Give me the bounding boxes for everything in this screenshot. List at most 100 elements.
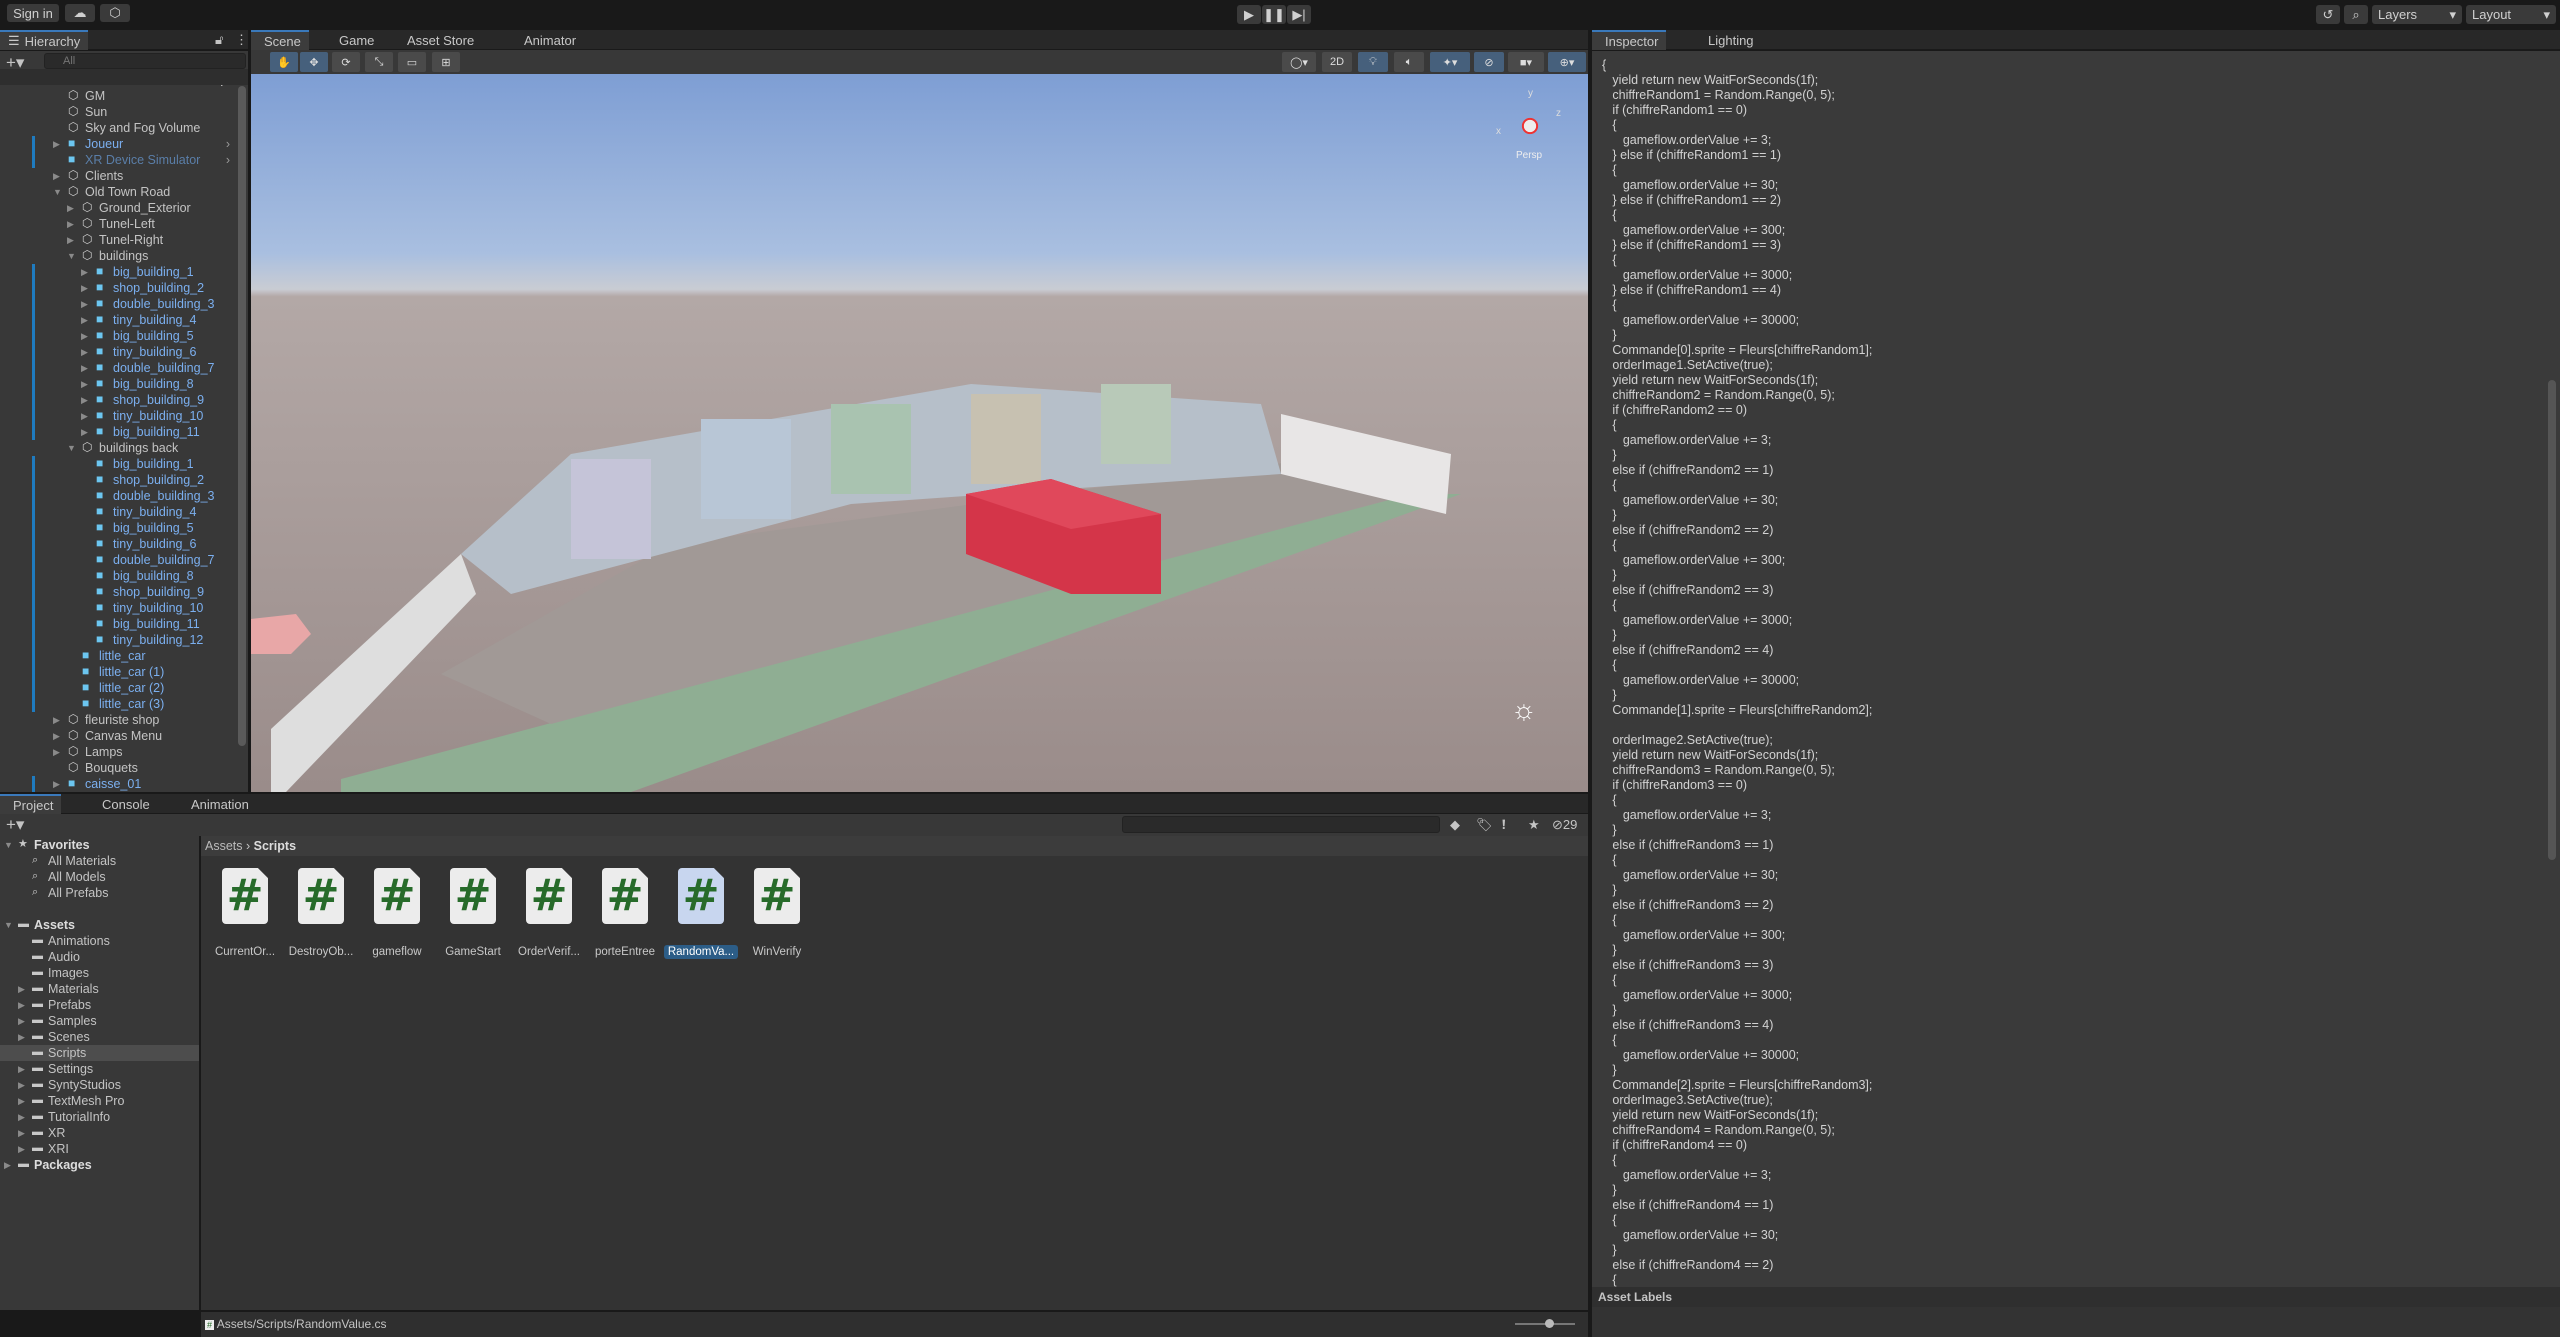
project-tree-item[interactable]: ▶ ▬ SyntyStudios xyxy=(0,1077,199,1093)
project-tree-item[interactable]: ▶ ▬ Scenes xyxy=(0,1029,199,1045)
tab-animator[interactable]: Animator xyxy=(511,30,584,50)
hierarchy-item[interactable]: ▶ ■ shop_building_2 xyxy=(0,280,234,296)
tab-inspector[interactable]: Inspector xyxy=(1592,30,1667,50)
more-icon[interactable]: ⋮ xyxy=(235,32,248,48)
undo-history-icon[interactable]: ↺ xyxy=(2316,5,2340,24)
hierarchy-item[interactable]: ■ big_building_1 xyxy=(0,456,234,472)
hierarchy-item[interactable]: ▶ ⬡ Tunel-Left xyxy=(0,216,234,232)
add-icon[interactable]: +▾ xyxy=(6,815,24,835)
expand-arrow-right-icon[interactable]: ▶ xyxy=(18,984,28,995)
expand-arrow-right-icon[interactable]: ▶ xyxy=(81,267,91,278)
step-button[interactable]: ▶| xyxy=(1287,5,1311,24)
project-tree-item[interactable]: ▶ ▬ Materials xyxy=(0,981,199,997)
hierarchy-item[interactable]: ■ little_car (3) xyxy=(0,696,234,712)
expand-arrow-right-icon[interactable]: ▶ xyxy=(81,331,91,342)
hidden-packages-icon[interactable]: ⊘29 xyxy=(1552,817,1577,833)
script-asset[interactable]: # CurrentOr... xyxy=(207,868,283,959)
project-tree-item[interactable]: ▬ Animations xyxy=(0,933,199,949)
icon-size-slider[interactable] xyxy=(1515,1319,1575,1328)
script-asset[interactable]: # WinVerify xyxy=(739,868,815,959)
hierarchy-item[interactable]: ▼ ⬡ buildings back xyxy=(0,440,234,456)
hierarchy-item[interactable]: ■ big_building_5 xyxy=(0,520,234,536)
chevron-right-icon[interactable]: › xyxy=(226,153,230,167)
layout-dropdown[interactable]: Layout ▾ xyxy=(2466,5,2556,24)
project-tree-item[interactable]: ▶ ▬ XR xyxy=(0,1125,199,1141)
expand-arrow-down-icon[interactable]: ▼ xyxy=(4,920,14,930)
chevron-right-icon[interactable]: › xyxy=(226,137,230,151)
hierarchy-item[interactable]: ■ big_building_8 xyxy=(0,568,234,584)
hierarchy-item[interactable]: ■ tiny_building_10 xyxy=(0,600,234,616)
tab-project[interactable]: Project xyxy=(0,794,62,814)
expand-arrow-right-icon[interactable]: ▶ xyxy=(18,1064,28,1075)
expand-arrow-down-icon[interactable]: ▼ xyxy=(53,187,63,197)
tab-console[interactable]: Console xyxy=(89,794,158,814)
hierarchy-item[interactable]: ▶ ■ tiny_building_6 xyxy=(0,344,234,360)
hierarchy-item[interactable]: ▶ ■ caisse_01 xyxy=(0,776,234,792)
draw-mode-dropdown[interactable]: ◯▾ xyxy=(1282,52,1316,72)
move-tool[interactable]: ✥ xyxy=(300,52,328,72)
cloud-icon[interactable]: ☁ xyxy=(65,4,95,22)
hierarchy-item[interactable]: ■ little_car (2) xyxy=(0,680,234,696)
hierarchy-item[interactable]: ▶ ⬡ Ground_Exterior xyxy=(0,200,234,216)
expand-arrow-down-icon[interactable]: ▼ xyxy=(67,251,77,261)
hierarchy-item[interactable]: ▶ ■ big_building_8 xyxy=(0,376,234,392)
hierarchy-item[interactable]: ■ double_building_3 xyxy=(0,488,234,504)
expand-arrow-right-icon[interactable]: ▶ xyxy=(18,1144,28,1155)
expand-arrow-right-icon[interactable]: ▶ xyxy=(18,1112,28,1123)
project-tree-item[interactable]: ▬ Images xyxy=(0,965,199,981)
expand-arrow-right-icon[interactable]: ▶ xyxy=(81,347,91,358)
hierarchy-item[interactable]: ■ tiny_building_12 xyxy=(0,632,234,648)
expand-arrow-right-icon[interactable]: ▶ xyxy=(81,411,91,422)
sign-in-button[interactable]: Sign in xyxy=(7,4,59,22)
expand-arrow-right-icon[interactable]: ▶ xyxy=(67,235,77,246)
hierarchy-item[interactable]: ⬡ Bouquets xyxy=(0,760,234,776)
filter-type-icon[interactable]: ◆ xyxy=(1450,817,1460,833)
project-tree-item[interactable]: ⌕ All Prefabs xyxy=(0,885,199,901)
collab-icon[interactable]: ⬡ xyxy=(100,4,130,22)
hierarchy-item[interactable]: ▶ ⬡ Canvas Menu xyxy=(0,728,234,744)
hierarchy-item[interactable]: ■ shop_building_2 xyxy=(0,472,234,488)
expand-arrow-right-icon[interactable]: ▶ xyxy=(53,747,63,758)
expand-arrow-right-icon[interactable]: ▶ xyxy=(67,203,77,214)
audio-toggle-icon[interactable]: 🔈︎ xyxy=(1394,52,1424,72)
asset-labels-header[interactable]: Asset Labels xyxy=(1592,1287,2560,1307)
hierarchy-item[interactable]: ⬡ GM xyxy=(0,88,234,104)
script-asset[interactable]: # GameStart xyxy=(435,868,511,959)
hierarchy-search-input[interactable] xyxy=(44,53,246,69)
hierarchy-item[interactable]: ▼ ⬡ buildings xyxy=(0,248,234,264)
hierarchy-item[interactable]: ▶ ■ Joueur › xyxy=(0,136,234,152)
hierarchy-item[interactable]: ■ little_car (1) xyxy=(0,664,234,680)
persp-label[interactable]: Persp xyxy=(1516,150,1542,161)
hierarchy-item[interactable]: ▶ ■ big_building_1 xyxy=(0,264,234,280)
project-tree-item[interactable]: ▬ Scripts xyxy=(0,1045,199,1061)
hierarchy-item[interactable]: ▶ ⬡ Tunel-Right xyxy=(0,232,234,248)
project-tree-item[interactable]: ▶ ▬ Packages xyxy=(0,1157,199,1173)
rect-tool[interactable]: ▭ xyxy=(398,52,426,72)
expand-arrow-right-icon[interactable]: ▶ xyxy=(81,395,91,406)
tab-animation[interactable]: Animation xyxy=(178,794,257,814)
tab-hierarchy[interactable]: ☰ Hierarchy xyxy=(0,30,89,50)
project-tree-item[interactable]: ▶ ▬ TextMesh Pro xyxy=(0,1093,199,1109)
expand-arrow-right-icon[interactable]: ▶ xyxy=(53,171,63,182)
hierarchy-item[interactable]: ▶ ■ big_building_11 xyxy=(0,424,234,440)
hand-tool[interactable]: ✋ xyxy=(270,52,298,72)
expand-arrow-right-icon[interactable]: ▶ xyxy=(53,715,63,726)
camera-dropdown-icon[interactable]: ■▾ xyxy=(1508,52,1544,72)
inspector-scrollbar[interactable] xyxy=(2548,380,2556,860)
tab-asset-store[interactable]: Asset Store xyxy=(394,30,482,50)
script-asset[interactable]: # OrderVerif... xyxy=(511,868,587,959)
tab-lighting[interactable]: Lighting xyxy=(1695,30,1762,50)
hierarchy-item[interactable]: ⬡ Sky and Fog Volume xyxy=(0,120,234,136)
expand-arrow-right-icon[interactable]: ▶ xyxy=(53,779,63,790)
project-tree-item[interactable]: ▶ ▬ Prefabs xyxy=(0,997,199,1013)
expand-arrow-down-icon[interactable]: ▼ xyxy=(4,840,14,850)
hierarchy-item[interactable]: ■ XR Device Simulator › xyxy=(0,152,234,168)
lighting-toggle-icon[interactable]: 💡︎ xyxy=(1358,52,1388,72)
hierarchy-item[interactable]: ▶ ⬡ Clients xyxy=(0,168,234,184)
expand-arrow-right-icon[interactable]: ▶ xyxy=(18,1032,28,1043)
project-tree-item[interactable]: ⌕ All Materials xyxy=(0,853,199,869)
project-search-input[interactable] xyxy=(1122,816,1440,833)
expand-arrow-right-icon[interactable]: ▶ xyxy=(18,1000,28,1011)
hidden-objects-icon[interactable]: ⊘ xyxy=(1474,52,1504,72)
favorite-star-icon[interactable]: ★ xyxy=(1528,817,1540,833)
